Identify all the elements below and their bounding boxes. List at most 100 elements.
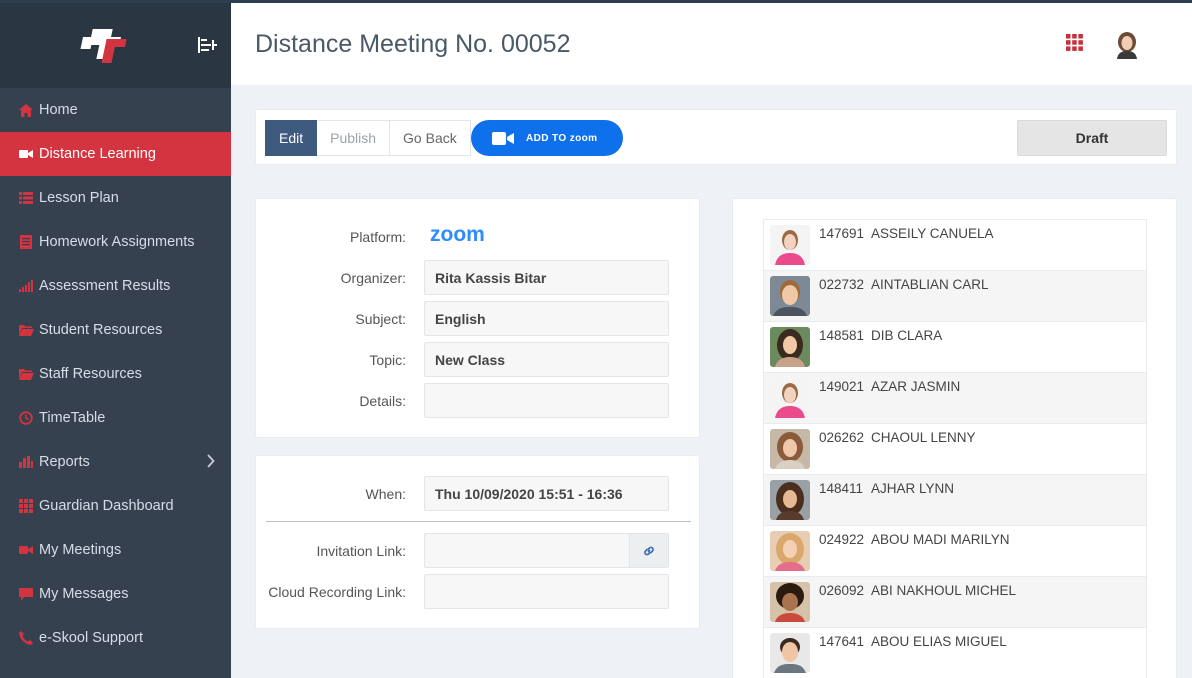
bar-chart-icon bbox=[18, 454, 34, 470]
sidebar-toggle-icon[interactable] bbox=[196, 34, 218, 56]
cloud-recording-field[interactable] bbox=[424, 574, 669, 609]
participants-panel: 147691 ASSEILY CANUELA 022732 AINTABLIAN… bbox=[732, 198, 1177, 678]
student-name: ABOU MADI MARILYN bbox=[871, 532, 1010, 547]
sidebar-item-label: Assessment Results bbox=[39, 278, 171, 294]
list-item[interactable]: 022732 AINTABLIAN CARL bbox=[764, 271, 1146, 322]
sidebar-item-my-meetings[interactable]: My Meetings bbox=[0, 528, 231, 572]
edit-button[interactable]: Edit bbox=[265, 120, 318, 156]
invitation-link-field[interactable] bbox=[424, 533, 669, 568]
student-name: AJHAR LYNN bbox=[871, 481, 955, 496]
list-item[interactable]: 024922 ABOU MADI MARILYN bbox=[764, 526, 1146, 577]
student-id: 148581 bbox=[819, 328, 865, 343]
chat-bubble-icon bbox=[18, 586, 34, 602]
sidebar-item-home[interactable]: Home bbox=[0, 88, 231, 132]
details-label: Details: bbox=[359, 393, 406, 409]
student-id: 024922 bbox=[819, 532, 865, 547]
add-to-zoom-button[interactable]: ADD TO zoom bbox=[471, 120, 623, 156]
clock-icon bbox=[18, 410, 34, 426]
sidebar-item-label: My Meetings bbox=[39, 542, 122, 558]
student-photo bbox=[770, 480, 810, 520]
sidebar-item-assessment-results[interactable]: Assessment Results bbox=[0, 264, 231, 308]
folder-icon bbox=[18, 322, 34, 338]
list-item[interactable]: 148581 DIB CLARA bbox=[764, 322, 1146, 373]
zoom-logo: zoom bbox=[430, 223, 498, 250]
sidebar-item-distance-learning[interactable]: Distance Learning bbox=[0, 132, 231, 176]
schedule-panel: When: Thu 10/09/2020 15:51 - 16:36 Invit… bbox=[255, 455, 700, 629]
student-id: 147691 bbox=[819, 226, 865, 241]
student-name: ABI NAKHOUL MICHEL bbox=[871, 583, 1017, 598]
details-field[interactable] bbox=[424, 383, 669, 418]
list-item[interactable]: 026092 ABI NAKHOUL MICHEL bbox=[764, 577, 1146, 628]
student-photo bbox=[770, 531, 810, 571]
sidebar-item-label: Reports bbox=[39, 454, 90, 470]
section-divider bbox=[266, 521, 691, 522]
sidebar-item-label: Distance Learning bbox=[39, 146, 156, 162]
student-id: 147641 bbox=[819, 634, 865, 649]
student-id: 149021 bbox=[819, 379, 865, 394]
sidebar-item-label: Home bbox=[39, 102, 78, 118]
sidebar-item-staff-resources[interactable]: Staff Resources bbox=[0, 352, 231, 396]
student-name: ABOU ELIAS MIGUEL bbox=[871, 634, 1007, 649]
grid-icon bbox=[18, 498, 34, 514]
apps-grid-icon[interactable] bbox=[1066, 34, 1083, 51]
student-photo bbox=[770, 429, 810, 469]
student-photo bbox=[770, 225, 810, 265]
when-field[interactable]: Thu 10/09/2020 15:51 - 16:36 bbox=[424, 476, 669, 511]
student-name: AINTABLIAN CARL bbox=[871, 277, 989, 292]
sidebar-item-timetable[interactable]: TimeTable bbox=[0, 396, 231, 440]
organizer-field[interactable]: Rita Kassis Bitar bbox=[424, 260, 669, 295]
status-badge[interactable]: Draft bbox=[1017, 120, 1167, 156]
sidebar-item-student-resources[interactable]: Student Resources bbox=[0, 308, 231, 352]
sidebar-item-guardian-dashboard[interactable]: Guardian Dashboard bbox=[0, 484, 231, 528]
list-item[interactable]: 149021 AZAR JASMIN bbox=[764, 373, 1146, 424]
top-border bbox=[0, 0, 1192, 3]
eskool-logo[interactable] bbox=[80, 23, 134, 67]
user-avatar[interactable] bbox=[1115, 31, 1139, 59]
student-id: 022732 bbox=[819, 277, 865, 292]
sidebar-item-label: Staff Resources bbox=[39, 366, 142, 382]
phone-icon bbox=[18, 630, 34, 646]
copy-link-button[interactable] bbox=[629, 534, 668, 567]
student-photo bbox=[770, 276, 810, 316]
sidebar-item-label: e-Skool Support bbox=[39, 630, 143, 646]
sidebar-item-homework-assignments[interactable]: Homework Assignments bbox=[0, 220, 231, 264]
list-icon bbox=[18, 190, 34, 206]
sidebar-item-my-messages[interactable]: My Messages bbox=[0, 572, 231, 616]
student-photo bbox=[770, 327, 810, 367]
folder-icon bbox=[18, 366, 34, 382]
student-name: AZAR JASMIN bbox=[871, 379, 961, 394]
list-item[interactable]: 147641 ABOU ELIAS MIGUEL bbox=[764, 628, 1146, 678]
list-item[interactable]: 147691 ASSEILY CANUELA bbox=[764, 220, 1146, 271]
video-camera-icon bbox=[492, 131, 514, 145]
add-to-zoom-label: ADD TO zoom bbox=[526, 132, 598, 144]
sidebar-item-label: My Messages bbox=[39, 586, 129, 602]
sidebar-item-lesson-plan[interactable]: Lesson Plan bbox=[0, 176, 231, 220]
participants-list: 147691 ASSEILY CANUELA 022732 AINTABLIAN… bbox=[763, 219, 1147, 678]
sidebar-item-reports[interactable]: Reports bbox=[0, 440, 231, 484]
invitation-link-label: Invitation Link: bbox=[316, 543, 407, 559]
platform-value: zoom bbox=[430, 225, 485, 245]
sidebar-item-label: TimeTable bbox=[39, 410, 106, 426]
student-name: CHAOUL LENNY bbox=[871, 430, 976, 445]
subject-field[interactable]: English bbox=[424, 301, 669, 336]
list-item[interactable]: 026262 CHAOUL LENNY bbox=[764, 424, 1146, 475]
sidebar-item-label: Guardian Dashboard bbox=[39, 498, 174, 514]
publish-button[interactable]: Publish bbox=[317, 120, 391, 156]
chevron-right-icon bbox=[207, 454, 215, 468]
sidebar-nav: Home Distance Learning Lesson Plan Homew… bbox=[0, 88, 231, 660]
topic-field[interactable]: New Class bbox=[424, 342, 669, 377]
student-photo bbox=[770, 582, 810, 622]
list-item[interactable]: 148411 AJHAR LYNN bbox=[764, 475, 1146, 526]
sidebar-item-eskool-support[interactable]: e-Skool Support bbox=[0, 616, 231, 660]
student-id: 148411 bbox=[819, 481, 864, 496]
organizer-label: Organizer: bbox=[340, 270, 406, 286]
cloud-recording-label: Cloud Recording Link: bbox=[268, 584, 406, 600]
video-camera-icon bbox=[18, 542, 34, 558]
subject-label: Subject: bbox=[355, 311, 406, 327]
go-back-button[interactable]: Go Back bbox=[390, 120, 471, 156]
video-camera-icon bbox=[18, 146, 34, 162]
student-name: ASSEILY CANUELA bbox=[871, 226, 994, 241]
home-icon bbox=[18, 102, 34, 118]
student-id: 026262 bbox=[819, 430, 865, 445]
topic-label: Topic: bbox=[369, 352, 406, 368]
